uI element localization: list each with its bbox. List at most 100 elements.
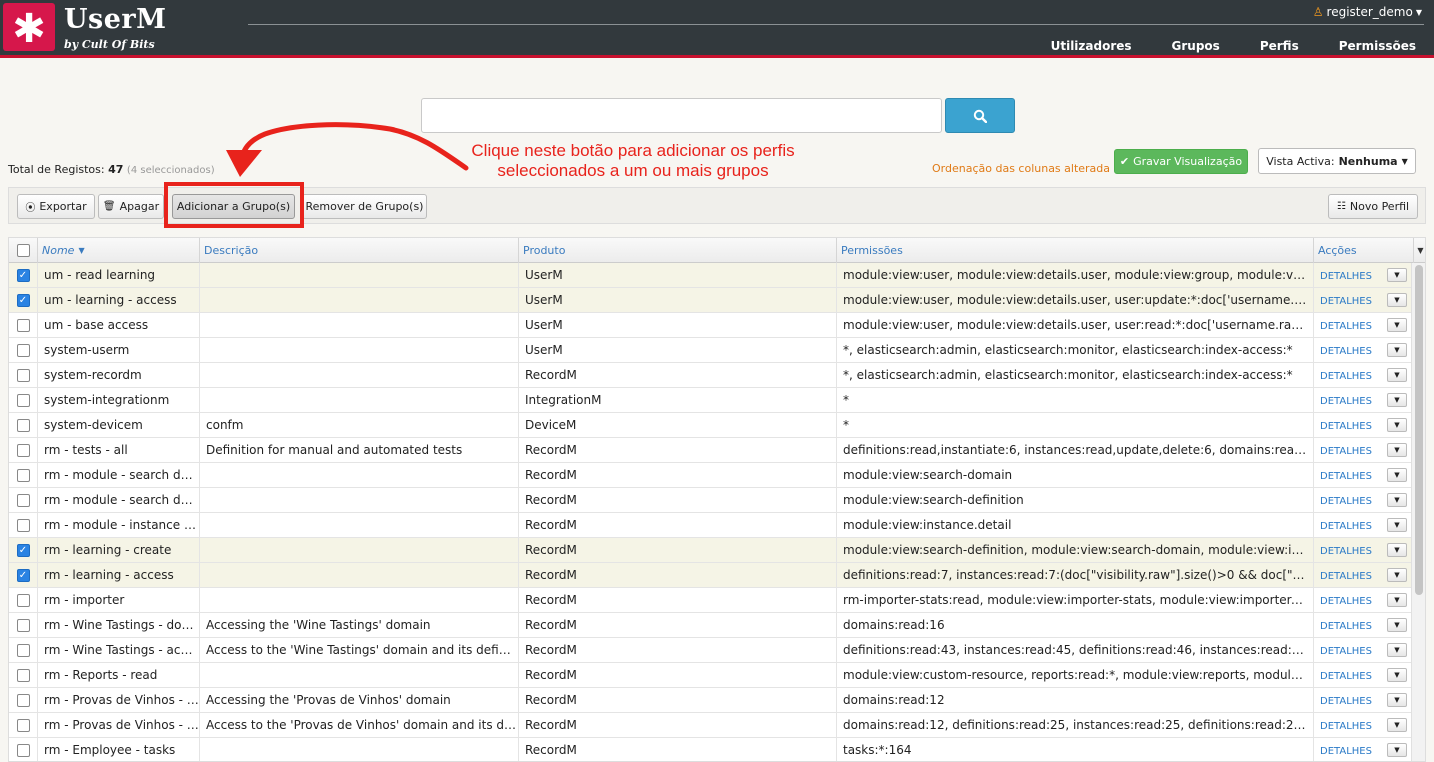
details-link[interactable]: DETALHES (1320, 671, 1372, 682)
column-menu-button[interactable]: ▼ (1413, 238, 1425, 263)
row-menu-button[interactable]: ▼ (1387, 293, 1407, 307)
new-profile-button[interactable]: ☷ Novo Perfil (1328, 194, 1418, 219)
details-link[interactable]: DETALHES (1320, 296, 1372, 307)
details-link[interactable]: DETALHES (1320, 396, 1372, 407)
table-row[interactable]: rm - module - search domain RecordMmodule… (9, 463, 1413, 488)
table-scrollbar[interactable] (1411, 263, 1425, 761)
row-checkbox[interactable] (16, 619, 30, 632)
nav-permissoes[interactable]: Permissões (1339, 39, 1416, 53)
table-row[interactable]: ✓ um - learning - access UserM module:view:… (9, 288, 1413, 313)
export-button[interactable]: ⦿ Exportar (17, 194, 95, 219)
row-checkbox[interactable] (16, 694, 30, 707)
column-description[interactable]: Descrição (199, 238, 518, 263)
row-menu-button[interactable]: ▼ (1387, 493, 1407, 507)
row-checkbox[interactable] (16, 394, 30, 407)
table-row[interactable]: ✓ um - read learning UserM module:view:user… (9, 263, 1413, 288)
scrollbar-thumb[interactable] (1415, 265, 1423, 595)
row-checkbox[interactable] (16, 494, 30, 507)
details-link[interactable]: DETALHES (1320, 346, 1372, 357)
row-checkbox[interactable] (16, 369, 30, 382)
row-checkbox[interactable] (16, 594, 30, 607)
row-menu-button[interactable]: ▼ (1387, 643, 1407, 657)
table-row[interactable]: ✓ rm - learning - create RecordM module:vie… (9, 538, 1413, 563)
details-link[interactable]: DETALHES (1320, 546, 1372, 557)
details-link[interactable]: DETALHES (1320, 446, 1372, 457)
details-link[interactable]: DETALHES (1320, 521, 1372, 532)
details-link[interactable]: DETALHES (1320, 571, 1372, 582)
details-link[interactable]: DETALHES (1320, 496, 1372, 507)
nav-utilizadores[interactable]: Utilizadores (1051, 39, 1132, 53)
row-checkbox[interactable]: ✓ (16, 269, 30, 282)
active-view-dropdown[interactable]: Vista Activa: Nenhuma ▼ (1258, 148, 1416, 174)
row-checkbox[interactable] (16, 319, 30, 332)
row-checkbox[interactable] (16, 444, 30, 457)
row-menu-button[interactable]: ▼ (1387, 268, 1407, 282)
row-menu-button[interactable]: ▼ (1387, 543, 1407, 557)
details-link[interactable]: DETALHES (1320, 471, 1372, 482)
details-link[interactable]: DETALHES (1320, 421, 1372, 432)
table-row[interactable]: rm - Reports - read RecordM module:view:cu… (9, 663, 1413, 688)
column-product[interactable]: Produto (518, 238, 836, 263)
table-row[interactable]: ✓ rm - learning - access RecordM definition… (9, 563, 1413, 588)
search-input[interactable] (421, 98, 942, 133)
table-row[interactable]: rm - Wine Tastings - domain Accessing the… (9, 613, 1413, 638)
row-menu-button[interactable]: ▼ (1387, 443, 1407, 457)
details-link[interactable]: DETALHES (1320, 646, 1372, 657)
row-checkbox[interactable] (16, 519, 30, 532)
row-menu-button[interactable]: ▼ (1387, 718, 1407, 732)
details-link[interactable]: DETALHES (1320, 271, 1372, 282)
row-checkbox[interactable]: ✓ (16, 569, 30, 582)
row-checkbox[interactable]: ✓ (16, 544, 30, 557)
user-menu[interactable]: ♙ register_demo ▼ (1313, 5, 1422, 19)
row-menu-button[interactable]: ▼ (1387, 343, 1407, 357)
row-menu-button[interactable]: ▼ (1387, 618, 1407, 632)
search-button[interactable] (945, 98, 1015, 133)
row-checkbox[interactable] (16, 669, 30, 682)
details-link[interactable]: DETALHES (1320, 696, 1372, 707)
details-link[interactable]: DETALHES (1320, 746, 1372, 757)
row-menu-button[interactable]: ▼ (1387, 668, 1407, 682)
row-menu-button[interactable]: ▼ (1387, 568, 1407, 582)
row-menu-button[interactable]: ▼ (1387, 593, 1407, 607)
table-row[interactable]: system-devicem confm DeviceM * DETALHES ▼ (9, 413, 1413, 438)
delete-button[interactable]: 🗑 Apagar (98, 194, 164, 219)
table-row[interactable]: um - base access UserM module:view:user, m… (9, 313, 1413, 338)
nav-grupos[interactable]: Grupos (1172, 39, 1220, 53)
save-view-button[interactable]: ✔ Gravar Visualização (1114, 149, 1248, 174)
table-row[interactable]: rm - module - instance detail RecordMmodu… (9, 513, 1413, 538)
row-checkbox[interactable] (16, 469, 30, 482)
row-menu-button[interactable]: ▼ (1387, 368, 1407, 382)
row-checkbox[interactable] (16, 744, 30, 757)
row-checkbox[interactable] (16, 644, 30, 657)
details-link[interactable]: DETALHES (1320, 321, 1372, 332)
remove-from-group-button[interactable]: Remover de Grupo(s) (302, 194, 427, 219)
column-name[interactable]: Nome ▼ (37, 238, 199, 263)
details-link[interactable]: DETALHES (1320, 721, 1372, 732)
column-permissions[interactable]: Permissões (836, 238, 1313, 263)
select-all-checkbox[interactable] (16, 244, 30, 257)
row-menu-button[interactable]: ▼ (1387, 468, 1407, 482)
row-menu-button[interactable]: ▼ (1387, 743, 1407, 757)
table-row[interactable]: rm - importer RecordM rm-importer-stats:re… (9, 588, 1413, 613)
table-row[interactable]: rm - tests - all Definition for manual an… (9, 438, 1413, 463)
nav-perfis[interactable]: Perfis (1260, 39, 1299, 53)
app-logo[interactable]: ✱ (3, 3, 55, 51)
row-checkbox[interactable]: ✓ (16, 294, 30, 307)
row-menu-button[interactable]: ▼ (1387, 318, 1407, 332)
row-menu-button[interactable]: ▼ (1387, 393, 1407, 407)
table-row[interactable]: system-integrationm IntegrationM * DETALHES… (9, 388, 1413, 413)
table-row[interactable]: system-userm UserM *, elasticsearch:admin,… (9, 338, 1413, 363)
row-checkbox[interactable] (16, 344, 30, 357)
table-row[interactable]: rm - Wine Tastings - access Access to the… (9, 638, 1413, 663)
row-menu-button[interactable]: ▼ (1387, 418, 1407, 432)
table-row[interactable]: system-recordm RecordM *, elasticsearch:ad… (9, 363, 1413, 388)
row-checkbox[interactable] (16, 719, 30, 732)
row-checkbox[interactable] (16, 419, 30, 432)
row-menu-button[interactable]: ▼ (1387, 518, 1407, 532)
row-menu-button[interactable]: ▼ (1387, 693, 1407, 707)
table-row[interactable]: rm - Provas de Vinhos - domainAccessing … (9, 688, 1413, 713)
details-link[interactable]: DETALHES (1320, 371, 1372, 382)
details-link[interactable]: DETALHES (1320, 621, 1372, 632)
table-row[interactable]: rm - Employee - tasks RecordM tasks:*:164 D… (9, 738, 1413, 761)
table-row[interactable]: rm - module - search definition RecordMmo… (9, 488, 1413, 513)
